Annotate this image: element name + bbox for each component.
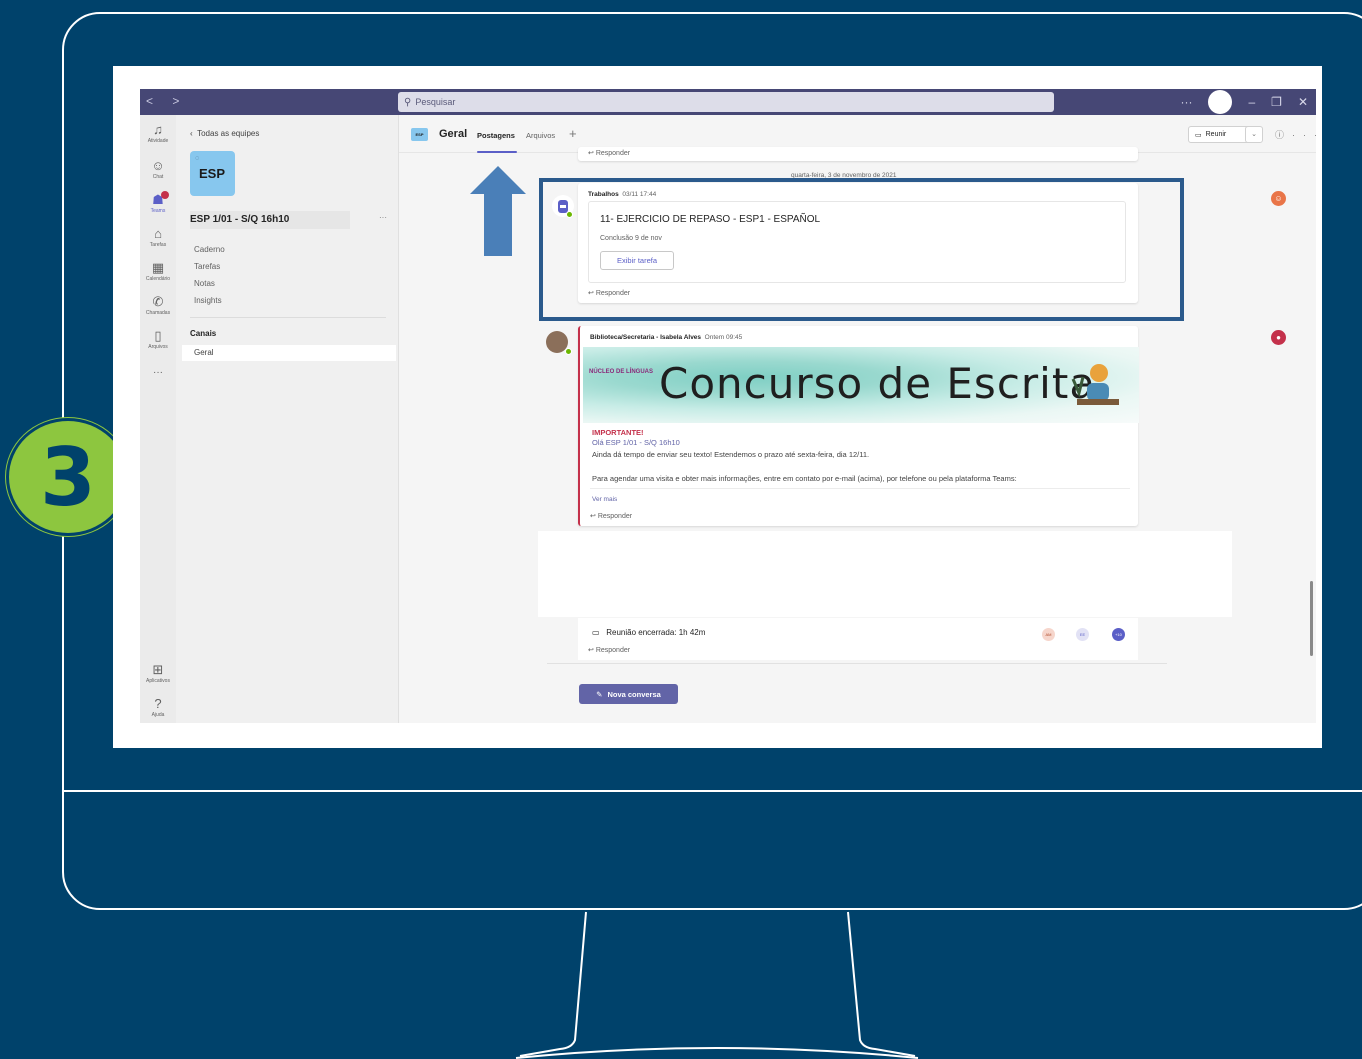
previous-post-card: ↩ Responder	[578, 147, 1138, 161]
scrollbar[interactable]	[1310, 581, 1313, 656]
more-options-icon[interactable]: ···	[1180, 95, 1192, 109]
post-meta: Biblioteca/Secretaria - Isabela Alves On…	[590, 334, 743, 341]
meeting-post-card: ▭ Reunião encerrada: 1h 42m AM EE +10 ↩ …	[578, 618, 1138, 660]
info-icon[interactable]: ⓘ	[1275, 130, 1292, 140]
chat-bubble-icon: ◌	[195, 155, 200, 162]
step-number-badge: 3	[6, 418, 130, 536]
highlight-box	[539, 178, 1184, 321]
channels-heading: Canais	[190, 329, 217, 338]
team-item-notas[interactable]: Notas	[194, 279, 215, 288]
nav-arrows[interactable]: < >	[146, 94, 187, 108]
contest-banner: NÚCLEO DE LÍNGUAS Concurso de Escrita	[583, 347, 1139, 423]
video-camera-icon: ▭	[1195, 131, 1202, 139]
team-name[interactable]: ESP 1/01 - S/Q 16h10	[190, 211, 350, 229]
presence-dot	[565, 348, 572, 355]
app-rail: ♫ Atividade ☺ Chat ☗ Teams ⌂ Tarefas ▦ C…	[140, 115, 176, 723]
pin-icon[interactable]: ●	[1271, 330, 1286, 345]
writing-person-icon	[1071, 364, 1119, 405]
file-icon: ▯	[154, 328, 162, 343]
compose-icon: ✎	[596, 689, 603, 699]
back-to-teams-link[interactable]: ‹ Todas as equipes	[190, 129, 259, 138]
banner-logo: NÚCLEO DE LÍNGUAS	[589, 369, 654, 375]
video-camera-icon: ▭	[592, 628, 607, 637]
team-panel: ‹ Todas as equipes ◌ ESP ESP 1/01 - S/Q …	[176, 115, 399, 723]
banner-title: Concurso de Escrita	[659, 359, 1097, 408]
reply-link[interactable]: ↩ Responder	[588, 646, 630, 654]
meeting-ended: ▭ Reunião encerrada: 1h 42m	[592, 628, 706, 637]
calendar-icon: ▦	[151, 260, 165, 275]
rail-item-aplicativos[interactable]: ⊞ Aplicativos	[140, 662, 176, 685]
teams-icon: ☗	[152, 192, 164, 207]
chat-icon: ☺	[151, 158, 165, 173]
channel-logo: ESP	[411, 128, 428, 141]
rail-item-chat[interactable]: ☺ Chat	[140, 158, 176, 181]
more-apps-icon[interactable]: ···	[140, 367, 176, 378]
message-line: Ainda dá tempo de enviar seu texto! Este…	[592, 450, 870, 459]
rail-item-tarefas[interactable]: ⌂ Tarefas	[140, 226, 176, 249]
back-arrow-icon[interactable]: <	[146, 94, 161, 108]
window-controls: ··· – ❐ ✕	[1180, 90, 1308, 114]
library-post-card: Biblioteca/Secretaria - Isabela Alves On…	[578, 326, 1139, 526]
channel-item-geral[interactable]: Geral	[182, 345, 396, 361]
bell-icon: ♫	[153, 122, 163, 137]
important-label: IMPORTANTE!	[592, 428, 644, 437]
divider	[190, 317, 386, 318]
rail-item-chamadas[interactable]: ✆ Chamadas	[140, 294, 176, 317]
search-input[interactable]: ⚲ Pesquisar	[398, 92, 1054, 112]
search-icon: ⚲	[404, 96, 412, 108]
channel-title: Geral	[439, 128, 468, 140]
rail-item-calendario[interactable]: ▦ Calendário	[140, 260, 176, 283]
backpack-icon: ⌂	[154, 226, 162, 241]
reaction-icon[interactable]: ☺	[1271, 191, 1286, 206]
team-logo: ◌ ESP	[190, 151, 235, 196]
divider	[547, 663, 1167, 664]
tab-arquivos[interactable]: Arquivos	[526, 131, 555, 140]
search-placeholder: Pesquisar	[415, 97, 456, 107]
apps-icon: ⊞	[152, 662, 164, 677]
forward-arrow-icon[interactable]: >	[172, 94, 187, 108]
title-bar: < > ⚲ Pesquisar ··· – ❐ ✕	[140, 89, 1316, 115]
new-conversation-button[interactable]: ✎ Nova conversa	[579, 684, 678, 704]
arrow-up-icon	[470, 166, 526, 256]
team-item-insights[interactable]: Insights	[194, 296, 222, 305]
blank-overlay	[538, 531, 1232, 617]
divider	[590, 488, 1130, 489]
more-options-icon[interactable]: ···	[1292, 130, 1316, 140]
user-avatar[interactable]	[1208, 90, 1233, 114]
team-item-tarefas[interactable]: Tarefas	[194, 262, 220, 271]
reply-link[interactable]: ↩ Responder	[588, 149, 630, 157]
message-line: Para agendar uma visita e obter mais inf…	[592, 474, 1017, 483]
header-actions: ⓘ···	[1275, 128, 1316, 141]
rail-item-teams[interactable]: ☗ Teams	[140, 191, 176, 214]
rail-item-arquivos[interactable]: ▯ Arquivos	[140, 328, 176, 351]
participant-avatar: AM	[1042, 628, 1055, 641]
maximize-icon[interactable]: ❐	[1271, 95, 1282, 109]
notification-badge	[161, 191, 169, 199]
greeting-text: Olá ESP 1/01 - S/Q 16h10	[592, 438, 680, 447]
participant-count[interactable]: +10	[1112, 628, 1125, 641]
tab-postagens[interactable]: Postagens	[477, 131, 515, 140]
close-icon[interactable]: ✕	[1298, 95, 1308, 109]
add-tab-icon[interactable]: +	[569, 126, 577, 141]
team-more-icon[interactable]: ···	[379, 213, 387, 222]
meet-dropdown-chevron-icon[interactable]: ⌄	[1245, 126, 1263, 143]
reply-link[interactable]: ↩ Responder	[590, 512, 632, 520]
team-item-caderno[interactable]: Caderno	[194, 245, 225, 254]
see-more-link[interactable]: Ver mais	[592, 496, 617, 503]
phone-icon: ✆	[152, 294, 164, 309]
rail-item-atividade[interactable]: ♫ Atividade	[140, 122, 176, 145]
participant-avatar: EE	[1076, 628, 1089, 641]
rail-item-ajuda[interactable]: ? Ajuda	[140, 696, 176, 719]
help-icon: ?	[154, 696, 162, 711]
minimize-icon[interactable]: –	[1248, 95, 1255, 109]
